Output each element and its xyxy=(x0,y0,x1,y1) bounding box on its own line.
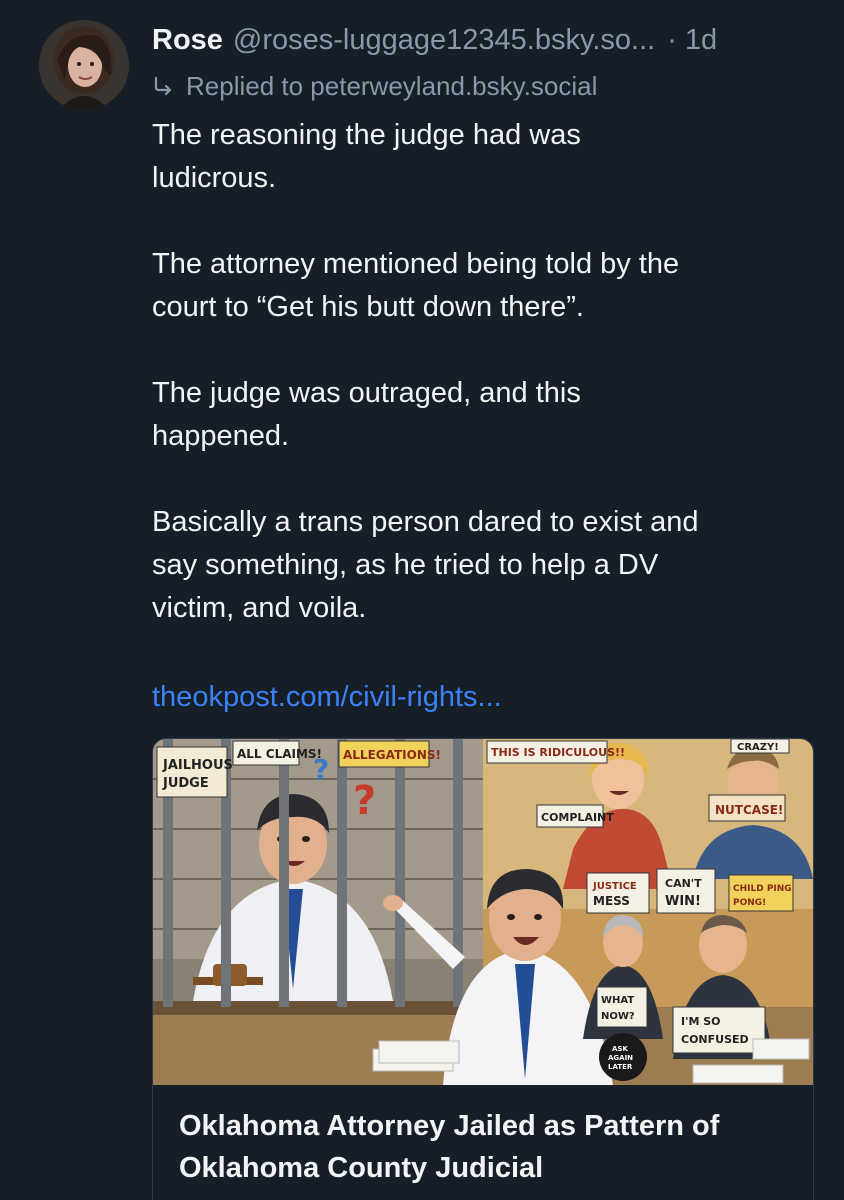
svg-text:ASK: ASK xyxy=(612,1045,628,1053)
post-item[interactable]: Rose @roses-luggage12345.bsky.so... · 1d… xyxy=(0,0,844,1200)
svg-text:AGAIN: AGAIN xyxy=(608,1054,633,1062)
svg-text:CONFUSED: CONFUSED xyxy=(681,1033,749,1046)
svg-text:NOW?: NOW? xyxy=(601,1011,635,1022)
svg-text:JAILHOUS: JAILHOUS xyxy=(162,758,233,773)
svg-text:MESS: MESS xyxy=(593,894,630,908)
post-text: The reasoning the judge had was ludicrou… xyxy=(152,114,824,673)
post-paragraph: Basically a trans person dared to exist … xyxy=(152,506,699,624)
svg-text:ALL CLAIMS!: ALL CLAIMS! xyxy=(237,747,322,761)
link-preview-title[interactable]: Oklahoma Attorney Jailed as Pattern of O… xyxy=(179,1105,789,1189)
svg-text:CAN'T: CAN'T xyxy=(665,877,702,890)
post-paragraph: The attorney mentioned being told by the… xyxy=(152,248,680,323)
svg-text:CRAZY!: CRAZY! xyxy=(737,742,779,753)
svg-text:LATER: LATER xyxy=(608,1063,633,1071)
svg-text:I'M SO: I'M SO xyxy=(681,1015,721,1028)
link-preview-image: JAILHOUS JUDGE ALL CLAIMS! ALLEGATIONS! … xyxy=(153,739,813,1085)
post-header: Rose @roses-luggage12345.bsky.so... · 1d xyxy=(152,22,824,58)
avatar[interactable] xyxy=(39,20,129,110)
svg-text:WIN!: WIN! xyxy=(665,894,701,909)
svg-text:CHILD PING: CHILD PING xyxy=(733,884,792,894)
svg-text:?: ? xyxy=(313,753,329,786)
svg-text:PONG!: PONG! xyxy=(733,898,766,908)
svg-text:NUTCASE!: NUTCASE! xyxy=(715,803,783,817)
author-display-name[interactable]: Rose xyxy=(152,22,223,58)
post-timestamp[interactable]: · 1d xyxy=(667,22,717,58)
svg-text:JUSTICE: JUSTICE xyxy=(592,881,637,892)
svg-text:WHAT: WHAT xyxy=(601,995,634,1006)
svg-text:COMPLAINT: COMPLAINT xyxy=(541,811,614,824)
post-paragraph: The reasoning the judge had was ludicrou… xyxy=(152,119,581,194)
svg-text:ALLEGATIONS!: ALLEGATIONS! xyxy=(343,748,441,762)
author-handle[interactable]: @roses-luggage12345.bsky.so... xyxy=(233,22,655,58)
svg-text:THIS IS RIDICULOUS!!: THIS IS RIDICULOUS!! xyxy=(491,746,625,759)
post-link[interactable]: theokpost.com/civil-rights... xyxy=(152,676,502,719)
reply-context[interactable]: Replied to peterweyland.bsky.social xyxy=(152,69,597,103)
svg-text:?: ? xyxy=(353,778,376,824)
reply-context-label: Replied to peterweyland.bsky.social xyxy=(186,70,598,101)
post-paragraph: The judge was outraged, and this happene… xyxy=(152,377,581,452)
svg-text:JUDGE: JUDGE xyxy=(162,776,209,791)
reply-arrow-icon xyxy=(152,75,174,97)
link-preview-card[interactable]: JAILHOUS JUDGE ALL CLAIMS! ALLEGATIONS! … xyxy=(152,738,814,1200)
